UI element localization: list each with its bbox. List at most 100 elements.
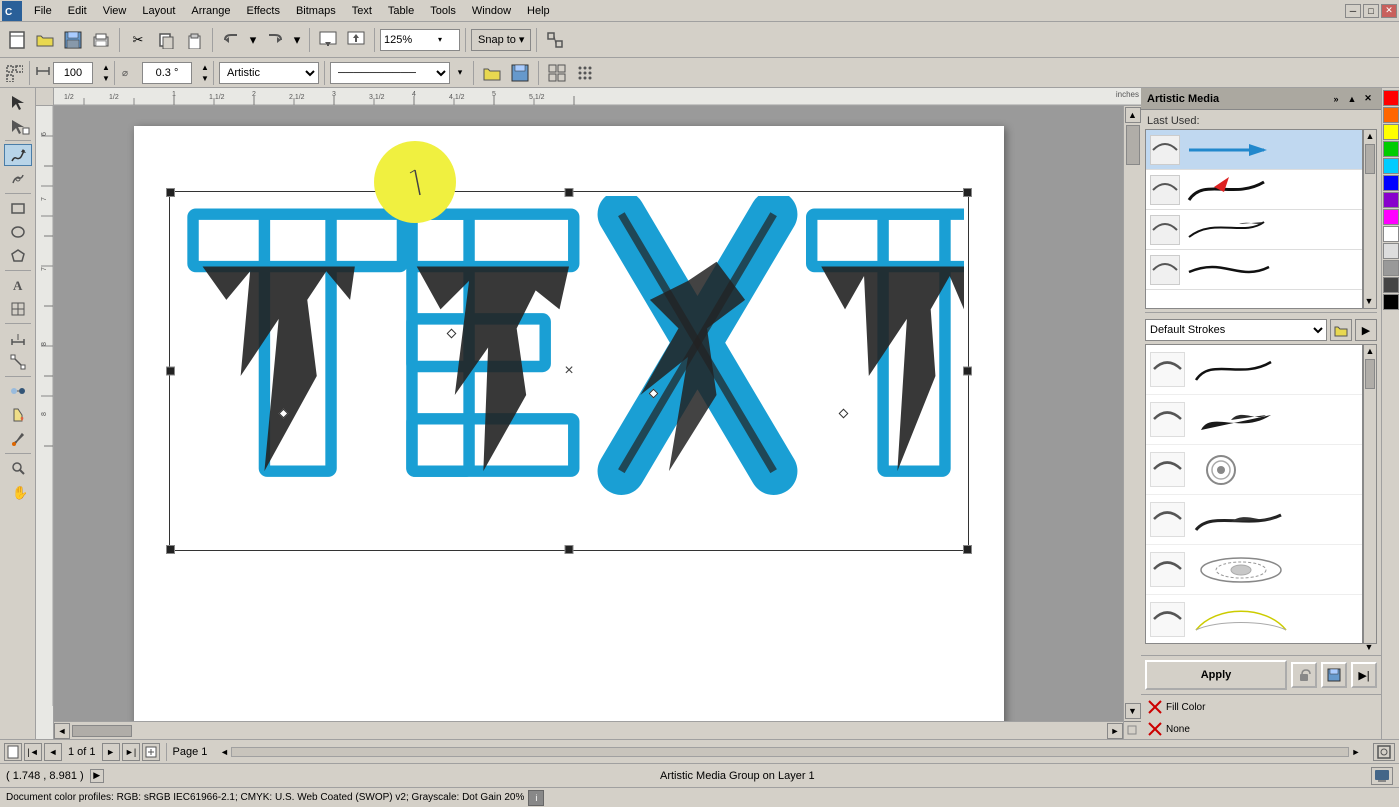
status-monitor-btn[interactable] <box>1371 767 1393 785</box>
paste-button[interactable] <box>181 27 207 53</box>
dots-grid-btn[interactable] <box>572 60 598 86</box>
menu-text[interactable]: Text <box>344 3 380 19</box>
menu-help[interactable]: Help <box>519 3 558 19</box>
scroll-down-btn[interactable]: ▼ <box>1125 703 1141 719</box>
color-black[interactable] <box>1383 294 1399 310</box>
page-prev-btn[interactable]: ◄ <box>44 743 62 761</box>
line-style-select[interactable]: ────────── - - - - - - - ····· <box>330 62 450 84</box>
save2-btn[interactable] <box>507 60 533 86</box>
save-toolbar-button[interactable] <box>60 27 86 53</box>
scroll-h-thumb[interactable] <box>72 725 132 737</box>
lock-button[interactable] <box>1291 662 1317 688</box>
page-first-btn[interactable]: |◄ <box>24 743 42 761</box>
cursor-info-btn[interactable]: ▶ <box>90 769 104 783</box>
page-next-btn[interactable]: ► <box>102 743 120 761</box>
strokes-list[interactable] <box>1145 344 1363 644</box>
color-darkgray[interactable] <box>1383 277 1399 293</box>
stroke-item-1[interactable] <box>1146 345 1362 395</box>
stroke-item-2[interactable] <box>1146 395 1362 445</box>
print-button[interactable] <box>88 27 114 53</box>
maximize-button[interactable]: □ <box>1363 4 1379 18</box>
scroll-right-btn[interactable]: ► <box>1107 723 1123 739</box>
canvas-scrollbar-h[interactable]: ◄ ► <box>54 721 1123 739</box>
menu-view[interactable]: View <box>95 3 135 19</box>
color-yellow[interactable] <box>1383 124 1399 140</box>
menu-edit[interactable]: Edit <box>60 3 95 19</box>
tool-smart[interactable] <box>4 168 32 190</box>
menu-table[interactable]: Table <box>380 3 422 19</box>
tool-pick-node[interactable] <box>4 115 32 137</box>
tool-pan[interactable]: ✋ <box>4 481 32 503</box>
last-used-scrollbar[interactable]: ▲ ▼ <box>1363 129 1377 309</box>
last-used-list[interactable] <box>1145 129 1363 309</box>
handle-tr[interactable] <box>963 188 972 197</box>
tool-eyedropper[interactable] <box>4 428 32 450</box>
folder-btn[interactable] <box>479 60 505 86</box>
scroll-up-btn[interactable]: ▲ <box>1125 107 1141 123</box>
snap-options-button[interactable] <box>542 27 568 53</box>
scroll-corner-btn[interactable] <box>1124 721 1142 739</box>
last-used-item-2[interactable] <box>1146 170 1362 210</box>
h-scroll-btn-left[interactable]: ◄ <box>217 745 231 759</box>
stroke-item-5[interactable] <box>1146 545 1362 595</box>
tool-ellipse[interactable] <box>4 221 32 243</box>
strokes-category-select[interactable]: Default Strokes Artistic Calligraphy <box>1145 319 1327 341</box>
zoom-control[interactable]: 125% ▾ <box>380 29 460 51</box>
width-input[interactable]: 100 <box>53 62 93 84</box>
tool-text[interactable]: A <box>4 274 32 296</box>
tool-dimension[interactable] <box>4 327 32 349</box>
page-add-btn[interactable] <box>142 743 160 761</box>
new-button[interactable] <box>4 27 30 53</box>
canvas-scrollbar-v[interactable]: ▲ ▼ <box>1123 106 1141 739</box>
tool-connector[interactable] <box>4 351 32 373</box>
select-all-button[interactable] <box>4 63 24 83</box>
lu-scroll-thumb[interactable] <box>1365 144 1375 174</box>
lu-scroll-down[interactable]: ▼ <box>1363 295 1375 307</box>
last-used-item-1[interactable] <box>1146 130 1362 170</box>
menu-file[interactable]: File <box>26 3 60 19</box>
zoom-input[interactable]: 125% <box>381 34 436 46</box>
h-scroll-track[interactable] <box>231 747 1349 757</box>
line-dropdown[interactable]: ▾ <box>452 60 468 86</box>
scroll-v-thumb[interactable] <box>1126 125 1140 165</box>
color-gray[interactable] <box>1383 260 1399 276</box>
canvas-area[interactable]: × ▲ <box>54 106 1141 739</box>
menu-bitmaps[interactable]: Bitmaps <box>288 3 344 19</box>
color-green[interactable] <box>1383 141 1399 157</box>
handle-mr[interactable] <box>963 367 972 376</box>
redo-dropdown[interactable]: ▾ <box>290 27 304 53</box>
str-scroll-down[interactable]: ▼ <box>1363 641 1375 653</box>
close-button[interactable]: ✕ <box>1381 4 1397 18</box>
h-scroll-btn-right[interactable]: ► <box>1349 745 1363 759</box>
undo-dropdown[interactable]: ▾ <box>246 27 260 53</box>
stroke-item-3[interactable] <box>1146 445 1362 495</box>
menu-window[interactable]: Window <box>464 3 519 19</box>
menu-tools[interactable]: Tools <box>422 3 464 19</box>
color-lightgray[interactable] <box>1383 243 1399 259</box>
undo-button[interactable] <box>218 27 244 53</box>
stroke-item-6[interactable] <box>1146 595 1362 644</box>
export-button[interactable] <box>343 27 369 53</box>
panel-expand-btn[interactable]: » <box>1329 92 1343 106</box>
tool-polygon[interactable] <box>4 245 32 267</box>
panel-close-btn[interactable]: ✕ <box>1361 92 1375 106</box>
handle-br[interactable] <box>963 545 972 554</box>
color-purple[interactable] <box>1383 192 1399 208</box>
color-settings-btn[interactable]: i <box>528 790 544 806</box>
color-cyan[interactable] <box>1383 158 1399 174</box>
strokes-right-arrow-btn[interactable]: ▶ <box>1355 319 1377 341</box>
apply-button[interactable]: Apply <box>1145 660 1287 690</box>
strokes-folder-btn[interactable] <box>1330 319 1352 341</box>
copy-button[interactable] <box>153 27 179 53</box>
strokes-scrollbar[interactable]: ▲ ▼ <box>1363 344 1377 644</box>
zoom-fit-btn[interactable] <box>1373 743 1395 761</box>
panel-up-btn[interactable]: ▲ <box>1345 92 1359 106</box>
color-orange[interactable] <box>1383 107 1399 123</box>
str-scroll-thumb[interactable] <box>1365 359 1375 389</box>
panel-nav-btn[interactable]: ▶| <box>1351 662 1377 688</box>
color-blue[interactable] <box>1383 175 1399 191</box>
tool-freehand[interactable] <box>4 144 32 166</box>
tool-rect[interactable] <box>4 197 32 219</box>
color-red[interactable] <box>1383 90 1399 106</box>
zoom-dropdown-arrow[interactable]: ▾ <box>436 35 444 44</box>
